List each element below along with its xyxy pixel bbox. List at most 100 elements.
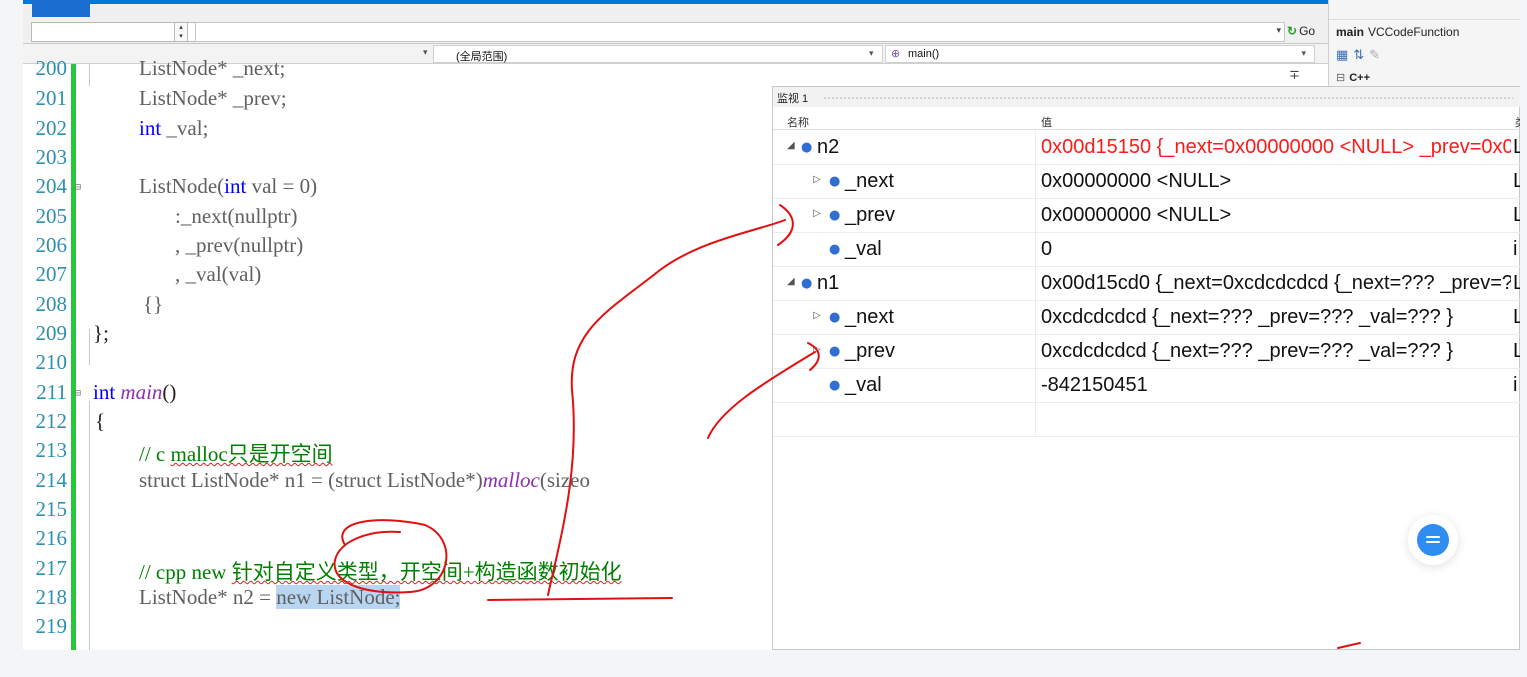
properties-object: main	[1336, 25, 1365, 39]
watch-name: _val	[845, 238, 882, 260]
go-icon: ↻	[1287, 24, 1298, 38]
function-label: main()	[908, 48, 940, 60]
code-line-200: ListNode* _next;	[139, 56, 286, 80]
code-line-214: struct ListNode* n1 = (struct ListNode*)…	[139, 468, 591, 492]
collapse-arrow-icon[interactable]: ◢	[787, 276, 795, 287]
watch-window: 监视 1 名称 值 类 ◢ ● n2 0x00d15150 {_next=0x0…	[772, 86, 1520, 650]
watch-row-n1-prev[interactable]: ▷ ● _prev 0xcdcdcdcd {_next=??? _prev=??…	[773, 335, 1520, 369]
code-editor[interactable]: 200 201 202 203 204 205 206 207 208 209 …	[23, 56, 783, 650]
watch-row-n2-val[interactable]: ● _val 0 i	[773, 233, 1520, 267]
drag-grip[interactable]	[823, 96, 1513, 100]
code-line-201: ListNode* _prev;	[139, 86, 287, 110]
collapse-icon[interactable]: ⊟	[1336, 72, 1345, 84]
active-tab[interactable]	[32, 0, 90, 17]
watch-header[interactable]: 监视 1	[773, 87, 1520, 107]
watch-value[interactable]: 0x00d15cd0 {_next=0xcdcdcdcd {_next=??? …	[1041, 272, 1511, 295]
function-icon: ⊕	[891, 47, 901, 60]
watch-row-n1-next[interactable]: ▷ ● _next 0xcdcdcdcd {_next=??? _prev=??…	[773, 301, 1520, 335]
scope-guide-line	[89, 64, 90, 86]
scope-guide-line	[89, 401, 90, 650]
watch-name: _prev	[845, 340, 896, 362]
watch-name: _prev	[845, 204, 896, 226]
chevron-down-icon: ▾	[1301, 49, 1306, 59]
watch-value[interactable]: 0xcdcdcdcd {_next=??? _prev=??? _val=???…	[1041, 306, 1511, 329]
chat-icon	[1417, 524, 1449, 556]
properties-title: main VCCodeFunction	[1336, 25, 1459, 39]
watch-title: 监视 1	[777, 93, 809, 105]
watch-value[interactable]: 0xcdcdcdcd {_next=??? _prev=??? _val=???…	[1041, 340, 1511, 363]
properties-type: VCCodeFunction	[1368, 25, 1460, 39]
expand-arrow-icon[interactable]: ▷	[813, 344, 821, 355]
code-line-208: {}	[143, 292, 164, 316]
selected-text[interactable]: new ListNode;	[276, 585, 401, 609]
code-line-212: {	[95, 409, 106, 433]
watch-value[interactable]: 0	[1041, 238, 1511, 261]
watch-value[interactable]: 0x00000000 <NULL>	[1041, 170, 1511, 193]
line-number: 202	[35, 116, 68, 140]
line-number: 215	[35, 497, 68, 521]
split-editor-icon[interactable]: ∓	[1289, 68, 1300, 83]
line-number: 205	[35, 204, 68, 228]
watch-type: L	[1513, 272, 1520, 294]
language-group[interactable]: ⊟ C++	[1336, 71, 1370, 84]
watch-type: i	[1513, 238, 1518, 260]
line-number: 217	[35, 556, 68, 580]
change-tracking-bar	[71, 64, 76, 650]
watch-row-empty[interactable]	[773, 403, 1520, 437]
collapse-arrow-icon[interactable]: ◢	[787, 140, 795, 151]
fold-toggle-icon[interactable]: ⊟	[75, 388, 81, 399]
scope-guide-line	[89, 329, 90, 365]
line-number: 211	[36, 380, 67, 404]
code-line-213: // c malloc只是开空间	[139, 442, 333, 466]
watch-value[interactable]: 0x00d15150 {_next=0x00000000 <NULL> _pre…	[1041, 136, 1511, 159]
line-number: 204	[35, 174, 68, 198]
code-line-202: int _val;	[139, 116, 209, 140]
expand-arrow-icon[interactable]: ▷	[813, 208, 821, 219]
column-type[interactable]: 类	[1515, 114, 1520, 130]
variable-icon: ●	[829, 174, 841, 189]
properties-toolbar: ▦ ⇅ ✎	[1336, 48, 1385, 63]
variable-icon: ●	[829, 242, 841, 257]
go-label: Go	[1299, 24, 1316, 38]
categorized-icon[interactable]: ▦	[1336, 48, 1348, 63]
fold-toggle-icon[interactable]: ⊟	[75, 182, 81, 193]
watch-column-header: 名称 值 类	[773, 110, 1520, 130]
chevron-down-icon: ▾	[1276, 26, 1281, 36]
variable-icon: ●	[829, 344, 841, 359]
watch-value[interactable]: -842150451	[1041, 374, 1511, 397]
property-pages-icon[interactable]: ✎	[1369, 48, 1380, 63]
variable-icon: ●	[829, 310, 841, 325]
chat-button[interactable]	[1408, 515, 1458, 565]
function-dropdown[interactable]: ⊕ main() ▾	[885, 45, 1315, 63]
watch-row-n1-val[interactable]: ● _val -842150451 i	[773, 369, 1520, 403]
scope-dropdown[interactable]: (全局范围) ▾	[433, 45, 883, 63]
code-line-218: ListNode* n2 = new ListNode;	[139, 585, 401, 609]
column-value[interactable]: 值	[1041, 114, 1052, 130]
watch-value[interactable]: 0x00000000 <NULL>	[1041, 204, 1511, 227]
go-button[interactable]: ↻ Go	[1287, 24, 1315, 38]
title-accent-bar	[23, 0, 1328, 4]
line-number: 203	[35, 145, 68, 169]
watch-type: L	[1513, 136, 1520, 158]
code-line-209: };	[93, 321, 109, 345]
debug-toolbar: ▾ ▴▾ ▾ ↻Go	[23, 0, 1328, 44]
watch-row-n1[interactable]: ◢ ● n1 0x00d15cd0 {_next=0xcdcdcdcd {_ne…	[773, 267, 1520, 301]
expand-arrow-icon[interactable]: ▷	[813, 310, 821, 321]
code-line-217: // cpp new 针对自定义类型，开空间+构造函数初始化	[139, 560, 622, 584]
watch-row-n2-next[interactable]: ▷ ● _next 0x00000000 <NULL> L	[773, 165, 1520, 199]
column-name[interactable]: 名称	[787, 114, 809, 130]
expand-arrow-icon[interactable]: ▷	[813, 174, 821, 185]
line-number: 209	[35, 321, 68, 345]
line-number: 213	[35, 438, 68, 462]
watch-row-n2[interactable]: ◢ ● n2 0x00d15150 {_next=0x00000000 <NUL…	[773, 131, 1520, 165]
alphabetical-icon[interactable]: ⇅	[1353, 48, 1364, 63]
language-label: C++	[1349, 72, 1371, 84]
line-number: 219	[35, 614, 68, 638]
watch-type: i	[1513, 374, 1518, 396]
expression-box[interactable]: ▾	[195, 22, 1285, 42]
watch-type: L	[1513, 306, 1520, 328]
spin-button[interactable]: ▴ ▾	[174, 22, 188, 42]
code-line-207: , _val(val)	[175, 262, 262, 286]
watch-row-n2-prev[interactable]: ▷ ● _prev 0x00000000 <NULL> L	[773, 199, 1520, 233]
watch-name: _next	[845, 306, 894, 328]
